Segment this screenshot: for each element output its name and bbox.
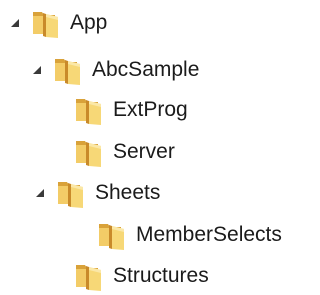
tree-item-label: Sheets <box>95 181 161 204</box>
folder-icon <box>55 177 87 209</box>
tree-item-label: Structures <box>113 264 209 287</box>
tree-item-label: Server <box>113 140 175 163</box>
tree-item-label: ExtProg <box>113 98 188 121</box>
tree-item-sheets[interactable]: Sheets <box>31 174 160 212</box>
folder-icon <box>52 54 84 86</box>
folder-icon <box>73 260 105 292</box>
expanded-triangle-icon[interactable] <box>6 14 24 32</box>
tree-item-memberselects[interactable]: MemberSelects <box>72 216 282 254</box>
folder-tree: App AbcSample ExtProg Server Sheets Memb… <box>0 0 297 291</box>
folder-icon <box>96 219 128 251</box>
tree-item-app[interactable]: App <box>6 4 107 42</box>
folder-icon <box>30 7 62 39</box>
expanded-triangle-icon[interactable] <box>28 61 46 79</box>
folder-icon <box>73 136 105 168</box>
tree-item-extprog[interactable]: ExtProg <box>49 91 188 129</box>
tree-item-label: AbcSample <box>92 58 200 81</box>
tree-item-abcsample[interactable]: AbcSample <box>28 51 199 89</box>
tree-item-structures[interactable]: Structures <box>49 257 209 295</box>
expanded-triangle-icon[interactable] <box>31 184 49 202</box>
tree-item-server[interactable]: Server <box>49 133 175 171</box>
folder-icon <box>73 94 105 126</box>
tree-item-label: App <box>70 11 108 34</box>
tree-item-label: MemberSelects <box>136 223 282 246</box>
